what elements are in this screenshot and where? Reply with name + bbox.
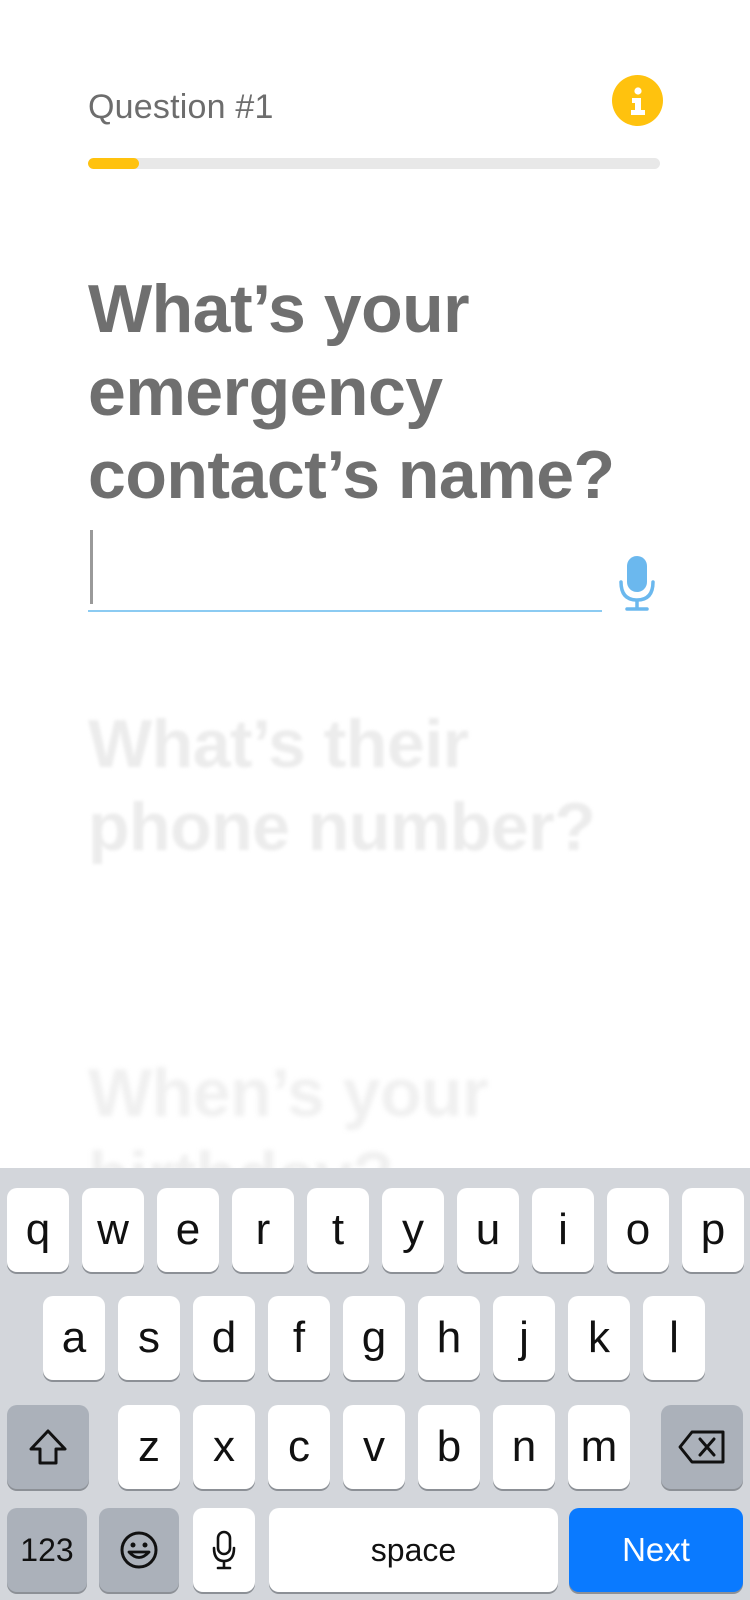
key-q[interactable]: q: [7, 1188, 69, 1272]
key-label: g: [361, 1313, 387, 1362]
key-r[interactable]: r: [232, 1188, 294, 1272]
dictation-key[interactable]: [193, 1508, 255, 1592]
space-key[interactable]: space: [269, 1508, 558, 1592]
key-label: c: [288, 1422, 310, 1471]
text-caret: [90, 530, 93, 604]
key-label: n: [511, 1422, 537, 1471]
emoji-key[interactable]: [99, 1508, 179, 1592]
key-y[interactable]: y: [382, 1188, 444, 1272]
key-label: x: [213, 1422, 235, 1471]
key-o[interactable]: o: [607, 1188, 669, 1272]
key-label: s: [138, 1313, 160, 1362]
answer-input[interactable]: [88, 528, 602, 612]
key-b[interactable]: b: [418, 1405, 480, 1489]
key-v[interactable]: v: [343, 1405, 405, 1489]
key-label: t: [331, 1205, 345, 1254]
key-label: h: [436, 1313, 462, 1362]
delete-icon: [678, 1430, 725, 1464]
key-label: o: [625, 1205, 651, 1254]
key-j[interactable]: j: [493, 1296, 555, 1380]
key-label: d: [211, 1313, 237, 1362]
key-p[interactable]: p: [682, 1188, 744, 1272]
key-label: b: [436, 1422, 462, 1471]
info-button[interactable]: [612, 75, 663, 126]
key-z[interactable]: z: [118, 1405, 180, 1489]
microphone-icon: [212, 1530, 236, 1570]
key-h[interactable]: h: [418, 1296, 480, 1380]
key-s[interactable]: s: [118, 1296, 180, 1380]
key-label: k: [588, 1313, 610, 1362]
key-k[interactable]: k: [568, 1296, 630, 1380]
key-label: i: [558, 1205, 568, 1254]
key-f[interactable]: f: [268, 1296, 330, 1380]
key-label: w: [97, 1205, 129, 1254]
key-u[interactable]: u: [457, 1188, 519, 1272]
next-key-label: Next: [622, 1531, 690, 1568]
question-number: Question #1: [88, 88, 274, 126]
key-label: y: [402, 1205, 424, 1254]
numbers-key-label: 123: [20, 1531, 74, 1568]
key-label: f: [292, 1313, 306, 1362]
key-m[interactable]: m: [568, 1405, 630, 1489]
key-label: j: [519, 1313, 529, 1362]
progress-fill: [88, 158, 140, 169]
shift-icon: [29, 1429, 67, 1465]
key-label: e: [175, 1205, 201, 1254]
numbers-key[interactable]: 123: [7, 1508, 87, 1592]
voice-input-button[interactable]: [618, 556, 656, 612]
key-a[interactable]: a: [43, 1296, 105, 1380]
key-label: q: [25, 1205, 51, 1254]
keyboard: qwe r t y u i op a s d f gh j k l z x c v bnm 123 space N…: [0, 1168, 750, 1600]
key-label: z: [138, 1422, 160, 1471]
key-label: a: [61, 1313, 87, 1362]
key-label: m: [580, 1422, 618, 1471]
key-w[interactable]: w: [82, 1188, 144, 1272]
progress-bar: [88, 158, 660, 169]
key-label: l: [669, 1313, 679, 1362]
page: Question #1 What’s your emergency contac…: [0, 0, 750, 1600]
key-g[interactable]: g: [343, 1296, 405, 1380]
emoji-icon: [120, 1531, 158, 1569]
next-question: What’s their phone number?: [88, 706, 596, 865]
next-key[interactable]: Next: [569, 1508, 743, 1592]
key-n[interactable]: n: [493, 1405, 555, 1489]
key-t[interactable]: t: [307, 1188, 369, 1272]
key-label: p: [700, 1205, 726, 1254]
current-question: What’s your emergency contact’s name?: [88, 271, 615, 513]
key-label: v: [363, 1422, 385, 1471]
key-label: r: [255, 1205, 271, 1254]
key-x[interactable]: x: [193, 1405, 255, 1489]
key-d[interactable]: d: [193, 1296, 255, 1380]
key-e[interactable]: e: [157, 1188, 219, 1272]
space-key-label: space: [370, 1531, 457, 1568]
key-label: u: [475, 1205, 501, 1254]
key-i[interactable]: i: [532, 1188, 594, 1272]
microphone-icon: [619, 556, 655, 611]
shift-key[interactable]: [7, 1405, 89, 1489]
key-c[interactable]: c: [268, 1405, 330, 1489]
delete-key[interactable]: [661, 1405, 743, 1489]
info-icon: [630, 86, 645, 115]
key-l[interactable]: l: [643, 1296, 705, 1380]
